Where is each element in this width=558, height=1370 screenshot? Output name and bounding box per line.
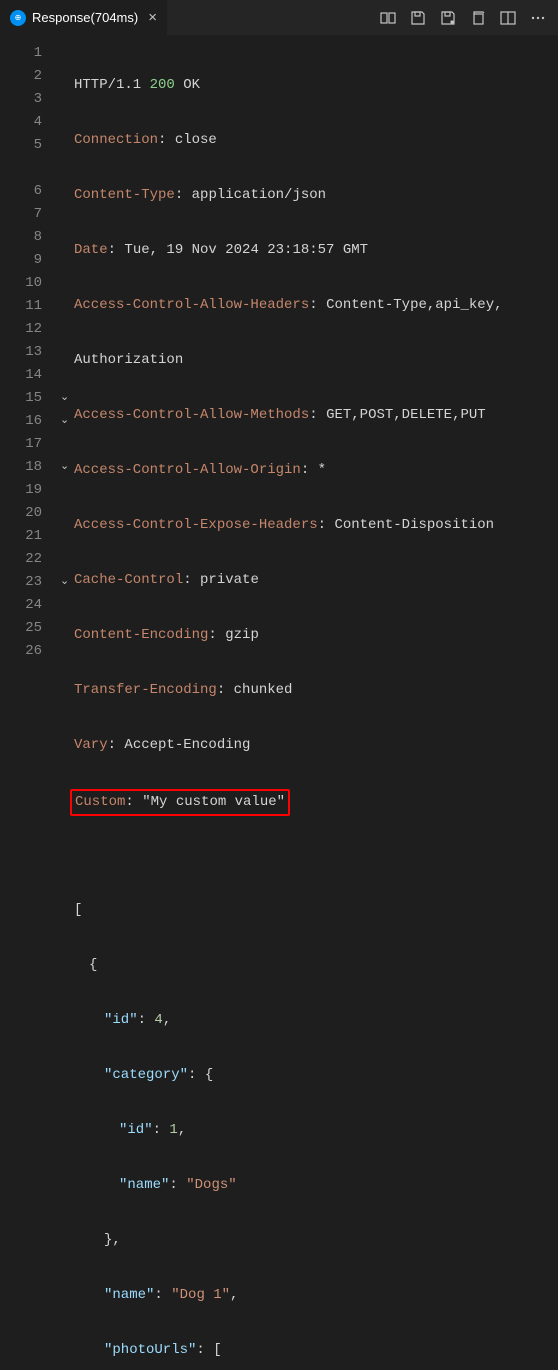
line-number: 16: [0, 410, 42, 433]
line-number: 25: [0, 617, 42, 640]
split-icon[interactable]: [500, 10, 516, 26]
fold-gutter: ⌄ ⌄ ⌄ ⌄: [60, 42, 74, 1370]
code-line: Access-Control-Allow-Methods: GET,POST,D…: [74, 404, 558, 427]
code-line: },: [74, 1229, 558, 1252]
line-number: 8: [0, 226, 42, 249]
fold-icon[interactable]: ⌄: [60, 387, 69, 410]
line-number: 17: [0, 433, 42, 456]
code-line: "name": "Dog 1",: [74, 1284, 558, 1307]
code-line: "id": 4,: [74, 1009, 558, 1032]
code-line: "photoUrls": [: [74, 1339, 558, 1362]
code-line: Access-Control-Expose-Headers: Content-D…: [74, 514, 558, 537]
code-line: Transfer-Encoding: chunked: [74, 679, 558, 702]
line-number: 22: [0, 548, 42, 571]
fold-icon[interactable]: ⌄: [60, 410, 69, 433]
tab-actions: [380, 10, 558, 26]
code-line: "id": 1,: [74, 1119, 558, 1142]
editor[interactable]: 1 2 3 4 5 6 7 8 9 10 11 12 13 14 15 16 1…: [0, 36, 558, 1370]
line-number: 19: [0, 479, 42, 502]
fold-icon[interactable]: ⌄: [60, 571, 69, 594]
line-number: 11: [0, 295, 42, 318]
line-number: 18: [0, 456, 42, 479]
code-line: Content-Encoding: gzip: [74, 624, 558, 647]
code-line: "name": "Dogs": [74, 1174, 558, 1197]
line-number: 15: [0, 387, 42, 410]
line-number: 1: [0, 42, 42, 65]
http-icon: ⊕: [10, 10, 26, 26]
highlighted-header: Custom: "My custom value": [70, 789, 290, 816]
more-icon[interactable]: [530, 10, 546, 26]
code-line: "category": {: [74, 1064, 558, 1087]
line-number: 4: [0, 111, 42, 134]
line-number: 21: [0, 525, 42, 548]
line-number: 23: [0, 571, 42, 594]
line-number: 9: [0, 249, 42, 272]
code-line: Connection: close: [74, 129, 558, 152]
line-number: 6: [0, 180, 42, 203]
line-number: 12: [0, 318, 42, 341]
fold-icon[interactable]: ⌄: [60, 456, 69, 479]
code-line: HTTP/1.1 200 OK: [74, 74, 558, 97]
save-new-icon[interactable]: [440, 10, 456, 26]
code-line: Authorization: [74, 349, 558, 372]
code-line: [: [74, 899, 558, 922]
line-number: 13: [0, 341, 42, 364]
code-line: Custom: "My custom value": [74, 789, 558, 812]
code-line: Vary: Accept-Encoding: [74, 734, 558, 757]
line-number-gutter: 1 2 3 4 5 6 7 8 9 10 11 12 13 14 15 16 1…: [0, 42, 60, 1370]
line-number: 14: [0, 364, 42, 387]
line-number: 10: [0, 272, 42, 295]
save-icon[interactable]: [410, 10, 426, 26]
code-line: [74, 844, 558, 867]
tab-bar: ⊕ Response(704ms) ×: [0, 0, 558, 36]
line-number: 7: [0, 203, 42, 226]
tab-title: Response(704ms): [32, 10, 138, 25]
code-line: {: [74, 954, 558, 977]
code-content[interactable]: HTTP/1.1 200 OK Connection: close Conten…: [74, 42, 558, 1370]
code-line: Content-Type: application/json: [74, 184, 558, 207]
line-number: 24: [0, 594, 42, 617]
tab-response[interactable]: ⊕ Response(704ms) ×: [0, 0, 168, 35]
code-line: Access-Control-Allow-Headers: Content-Ty…: [74, 294, 558, 317]
code-line: Cache-Control: private: [74, 569, 558, 592]
line-number: 2: [0, 65, 42, 88]
code-line: Access-Control-Allow-Origin: *: [74, 459, 558, 482]
line-number: 26: [0, 640, 42, 663]
line-number: 20: [0, 502, 42, 525]
line-number: 5: [0, 134, 42, 157]
line-number: [0, 157, 42, 180]
line-number: 3: [0, 88, 42, 111]
code-line: Date: Tue, 19 Nov 2024 23:18:57 GMT: [74, 239, 558, 262]
close-icon[interactable]: ×: [148, 9, 157, 26]
diff-icon[interactable]: [380, 10, 396, 26]
copy-icon[interactable]: [470, 10, 486, 26]
